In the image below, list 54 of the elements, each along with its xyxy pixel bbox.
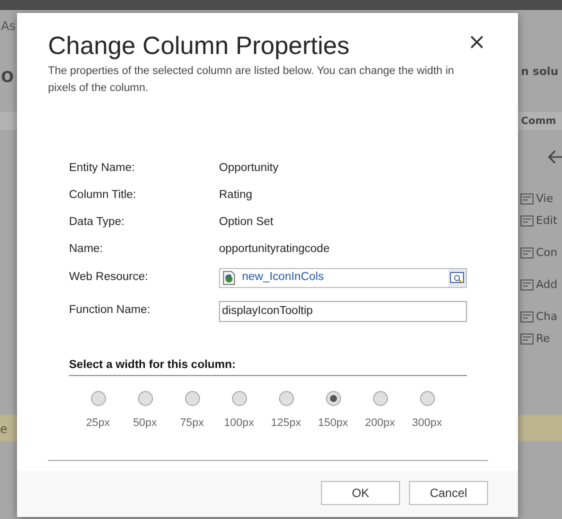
- back-arrow-icon[interactable]: [548, 150, 562, 164]
- panel-heading: n solu: [521, 64, 558, 80]
- radio-label: 50px: [133, 416, 157, 432]
- field-value: Option Set: [219, 214, 274, 230]
- page-title: O: [1, 67, 14, 88]
- breadcrumb-text: As: [1, 18, 16, 35]
- list-icon: [520, 214, 534, 228]
- list-icon: [520, 332, 534, 346]
- radio-label: 75px: [180, 416, 204, 432]
- menu-item[interactable]: Edit: [520, 212, 558, 230]
- input-field[interactable]: displayIconTooltip: [219, 300, 467, 322]
- ok-button[interactable]: OK: [321, 481, 400, 505]
- field-label: Data Type:: [69, 214, 126, 230]
- section-heading: Select a width for this column:: [69, 357, 467, 376]
- field-value: opportunityratingcode: [219, 242, 330, 257]
- dialog-title: Change Column Properties: [48, 31, 350, 62]
- radio-label: 300px: [412, 416, 442, 432]
- close-button[interactable]: ×: [468, 32, 486, 54]
- field-value: Rating: [219, 188, 252, 203]
- web-file-icon: [223, 271, 235, 285]
- radio-label: 200px: [365, 416, 395, 432]
- radio-button[interactable]: [90, 391, 106, 406]
- radio-button[interactable]: [138, 391, 152, 406]
- radio-button[interactable]: [278, 391, 294, 406]
- field-value: Opportunity: [219, 160, 278, 176]
- radio-label: 100px: [224, 416, 254, 432]
- list-icon: [520, 278, 534, 292]
- cancel-button[interactable]: Cancel: [409, 481, 488, 505]
- menu-item[interactable]: Con: [520, 244, 558, 262]
- radio-button[interactable]: [232, 391, 246, 406]
- radio-label: 25px: [86, 416, 110, 432]
- menu-item[interactable]: Add: [520, 276, 558, 294]
- field-label: Function Name:: [69, 303, 152, 318]
- field-label: Column Title:: [69, 188, 138, 203]
- radio-button[interactable]: [372, 391, 388, 406]
- menu-item[interactable]: Re: [520, 330, 558, 348]
- radio-label: 125px: [271, 416, 301, 432]
- lookup-field[interactable]: new_IconInCols: [219, 268, 467, 288]
- list-icon: [520, 310, 534, 324]
- field-label: Name:: [69, 242, 104, 257]
- radio-button[interactable]: [326, 391, 340, 406]
- lookup-button[interactable]: [448, 269, 466, 287]
- panel-tab[interactable]: Comm: [521, 114, 556, 129]
- list-icon: [520, 246, 534, 260]
- menu-item[interactable]: Vie: [520, 190, 558, 208]
- field-label: Entity Name:: [69, 160, 136, 176]
- radio-label: 150px: [318, 416, 348, 432]
- list-icon: [520, 192, 534, 206]
- dialog-description: The properties of the selected column are listed below. You can change the width in pixels of the column.: [48, 64, 456, 96]
- field-label: Web Resource:: [69, 270, 150, 286]
- radio-button[interactable]: [420, 391, 434, 406]
- radio-button[interactable]: [184, 391, 200, 406]
- notice-text: e: [0, 421, 8, 438]
- menu-item[interactable]: Cha: [520, 308, 558, 326]
